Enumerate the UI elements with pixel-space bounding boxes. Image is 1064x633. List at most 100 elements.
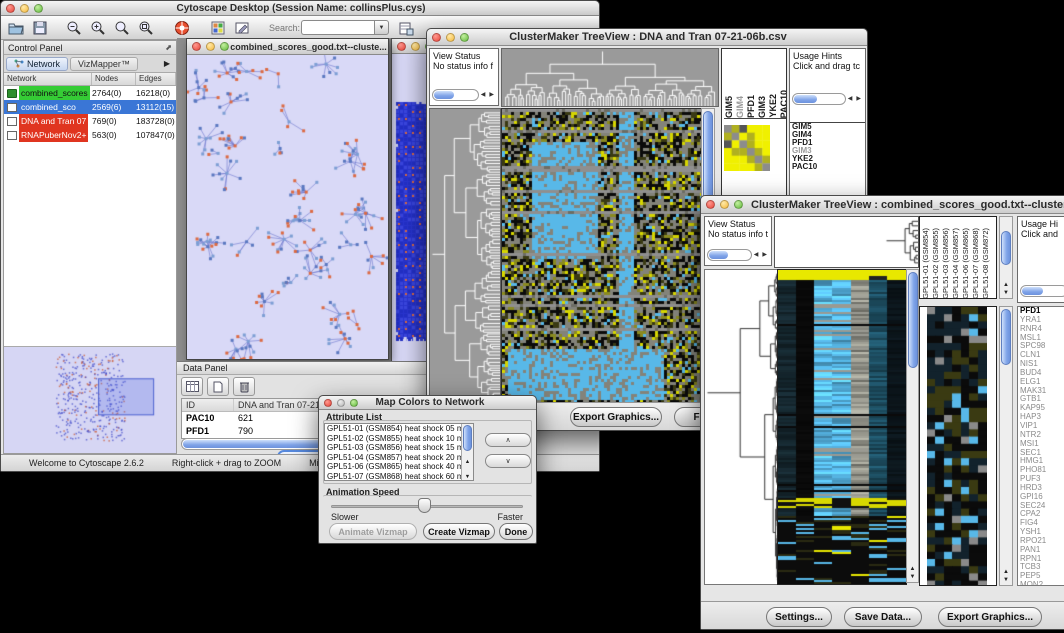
close-button[interactable]: [397, 42, 406, 51]
array-label[interactable]: GIM3: [757, 96, 768, 118]
array-label[interactable]: GPL51-02 (GSM855): [931, 228, 941, 299]
scroll-right-icon[interactable]: ▶: [487, 89, 496, 101]
minimize-button[interactable]: [720, 200, 729, 209]
array-label[interactable]: GPL51-04 (GSM857): [951, 228, 961, 299]
scrollbar-thumb[interactable]: [794, 95, 817, 103]
column-header-network[interactable]: Network: [4, 73, 92, 85]
scroll-left-icon[interactable]: ◀: [846, 93, 855, 105]
zoom-button[interactable]: [34, 4, 43, 13]
scrollbar-track[interactable]: [432, 89, 479, 101]
close-button[interactable]: [706, 200, 715, 209]
scroll-up-icon[interactable]: ▲: [462, 459, 473, 466]
birdseye-view[interactable]: [4, 347, 176, 453]
float-panel-icon[interactable]: ⬈: [165, 43, 172, 52]
zoom-out-button[interactable]: [65, 19, 83, 37]
search-dropdown-arrow[interactable]: ▼: [374, 20, 389, 35]
array-label[interactable]: GIM5: [724, 96, 735, 118]
animate-vizmap-button[interactable]: Animate Vizmap: [329, 523, 417, 540]
scroll-up-icon[interactable]: ▲: [1000, 569, 1012, 577]
array-label[interactable]: GPL51-01 (GSM854): [921, 228, 931, 299]
scroll-left-icon[interactable]: ◀: [752, 249, 761, 261]
scrollbar-track[interactable]: [707, 249, 752, 261]
minimize-button[interactable]: [446, 33, 455, 42]
network-row[interactable]: combined_sco2569(6)13112(15): [4, 100, 176, 114]
row-dendrogram[interactable]: [704, 269, 778, 585]
global-heatmap[interactable]: [777, 269, 907, 585]
scroll-right-icon[interactable]: ▶: [760, 249, 769, 261]
tab-overflow-arrow[interactable]: ▶: [164, 59, 174, 68]
settings-button[interactable]: Settings...: [766, 607, 832, 627]
import-table-button[interactable]: [397, 19, 415, 37]
zoom-button[interactable]: [350, 399, 358, 407]
birdseye-canvas[interactable]: [4, 347, 176, 453]
array-label[interactable]: PFD1: [746, 95, 757, 118]
network-row[interactable]: combined_scores2764(0)16218(0): [4, 86, 176, 100]
attribute-item[interactable]: GPL51-04 (GSM857) heat shock 20 min: [325, 453, 461, 463]
help-button[interactable]: [173, 19, 191, 37]
scroll-down-icon[interactable]: ▼: [1000, 290, 1012, 298]
array-label[interactable]: GIM4: [735, 96, 746, 118]
search-input[interactable]: [301, 20, 375, 35]
scrollbar-thumb[interactable]: [709, 251, 728, 259]
view-status-scrollbar[interactable]: ◀ ▶: [707, 249, 769, 261]
summary-heatmap[interactable]: [724, 125, 770, 171]
scrollbar-thumb[interactable]: [1022, 287, 1043, 295]
heatmap-vscrollbar[interactable]: ▲ ▼: [906, 269, 919, 583]
select-attributes-button[interactable]: [181, 377, 203, 396]
global-heatmap[interactable]: [501, 108, 702, 403]
move-up-button[interactable]: ∧: [485, 433, 531, 447]
close-button[interactable]: [192, 42, 201, 51]
zoom-in-button[interactable]: [89, 19, 107, 37]
open-session-button[interactable]: [7, 19, 25, 37]
zoom-button[interactable]: [220, 42, 229, 51]
labels-vscrollbar[interactable]: ▲ ▼: [999, 216, 1013, 299]
vizmapper-tool-button[interactable]: [209, 19, 227, 37]
gene-label[interactable]: MON2: [1018, 581, 1064, 586]
network-canvas[interactable]: [187, 55, 388, 359]
save-session-button[interactable]: [31, 19, 49, 37]
tab-vizmapper[interactable]: VizMapper™: [70, 57, 138, 71]
attribute-item[interactable]: GPL51-01 (GSM854) heat shock 05 min: [325, 424, 461, 434]
attribute-item[interactable]: GPL51-02 (GSM855) heat shock 10 min: [325, 434, 461, 444]
array-label[interactable]: GPL51-03 (GSM856): [941, 228, 951, 299]
listbox-vscrollbar[interactable]: ▲ ▼: [461, 424, 473, 480]
zoom-heatmap[interactable]: [927, 307, 987, 585]
column-dendrogram[interactable]: [501, 48, 719, 107]
minimize-button[interactable]: [206, 42, 215, 51]
scrollbar-thumb[interactable]: [1001, 231, 1011, 265]
scroll-down-icon[interactable]: ▼: [907, 574, 918, 582]
zoom-button[interactable]: [460, 33, 469, 42]
export-graphics-button[interactable]: Export Graphics...: [570, 407, 662, 427]
delete-attribute-button[interactable]: [233, 377, 255, 396]
attribute-item[interactable]: GPL51-06 (GSM865) heat shock 40 min: [325, 462, 461, 472]
attribute-listbox[interactable]: GPL51-01 (GSM854) heat shock 05 minGPL51…: [324, 423, 474, 481]
view-status-scrollbar[interactable]: ◀ ▶: [432, 89, 496, 101]
column-dendrogram[interactable]: [774, 216, 919, 268]
network-row[interactable]: RNAPuberNov2+563(0)107847(0): [4, 128, 176, 142]
scroll-up-icon[interactable]: ▲: [1000, 282, 1012, 290]
network-row[interactable]: DNA and Tran 07769(0)183728(0): [4, 114, 176, 128]
attribute-item[interactable]: GPL51-07 (GSM868) heat shock 60 min: [325, 472, 461, 480]
scroll-up-icon[interactable]: ▲: [907, 566, 918, 574]
export-graphics-button[interactable]: Export Graphics...: [938, 607, 1042, 627]
minimize-button[interactable]: [411, 42, 420, 51]
scroll-right-icon[interactable]: ▶: [854, 93, 863, 105]
move-down-button[interactable]: ∨: [485, 454, 531, 468]
scrollbar-thumb[interactable]: [434, 91, 454, 99]
create-vizmap-button[interactable]: Create Vizmap: [423, 523, 495, 540]
scrollbar-thumb[interactable]: [463, 425, 472, 451]
scrollbar-track[interactable]: [1020, 285, 1064, 297]
array-label[interactable]: PAC10: [779, 90, 786, 118]
array-label[interactable]: GPL51-06 (GSM865): [961, 228, 971, 299]
zoom-vscrollbar[interactable]: ▲ ▼: [999, 306, 1013, 586]
gene-label[interactable]: PAC10: [790, 163, 865, 171]
close-button[interactable]: [6, 4, 15, 13]
usage-hints-scrollbar[interactable]: ◀ ▶: [792, 93, 863, 105]
array-label[interactable]: GPL51-07 (GSM868): [971, 228, 981, 299]
scroll-down-icon[interactable]: ▼: [462, 474, 473, 481]
scrollbar-thumb[interactable]: [908, 272, 918, 368]
column-header-nodes[interactable]: Nodes: [92, 73, 136, 85]
zoom-selected-button[interactable]: [137, 19, 155, 37]
usage-hints-scrollbar[interactable]: [1020, 285, 1064, 297]
attribute-item[interactable]: GPL51-03 (GSM856) heat shock 15 min: [325, 443, 461, 453]
